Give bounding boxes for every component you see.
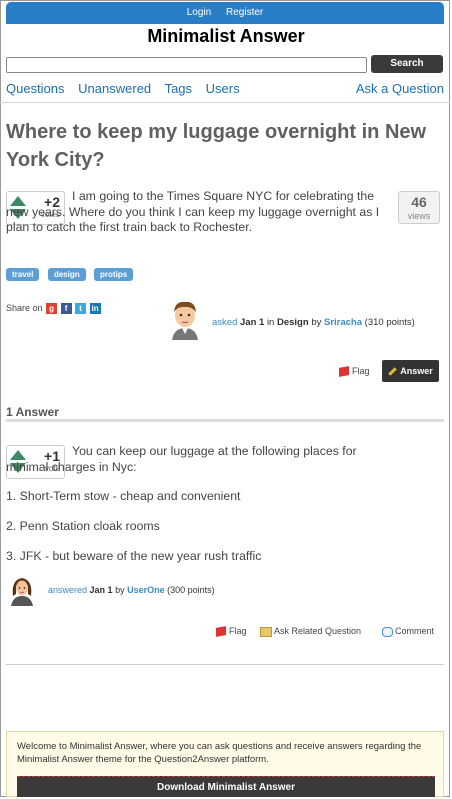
asker-name[interactable]: Sriracha — [324, 317, 362, 328]
tag-protips[interactable]: protips — [94, 268, 134, 281]
top-bar: Login Register — [6, 2, 444, 24]
main-nav: Questions Unanswered Tags Users Ask a Qu… — [6, 81, 444, 99]
view-count: 46 — [411, 194, 427, 210]
tag-list: travel design protips — [6, 264, 137, 282]
answerer-points: (300 points) — [167, 585, 215, 595]
comment-icon — [382, 626, 393, 637]
answerer-avatar[interactable] — [6, 574, 38, 606]
nav-divider — [0, 102, 450, 103]
comment-label: Comment — [395, 626, 435, 636]
answer-flag-link[interactable]: Flag — [216, 626, 247, 638]
ask-related-link[interactable]: Ask Related Question — [260, 626, 361, 637]
pencil-icon — [388, 367, 397, 376]
nav-questions[interactable]: Questions — [6, 81, 65, 96]
answers-count-heading: 1 Answer — [6, 405, 59, 419]
nav-users[interactable]: Users — [206, 81, 240, 96]
view-label: views — [407, 211, 431, 221]
answers-divider — [6, 419, 444, 422]
nav-tags[interactable]: Tags — [165, 81, 192, 96]
share-bar: Share on g f t in — [6, 303, 101, 315]
asked-date: Jan 1 — [240, 317, 265, 328]
answer-list-item: 2. Penn Station cloak rooms — [6, 519, 160, 533]
google-plus-icon[interactable]: g — [46, 303, 58, 315]
asker-avatar[interactable] — [164, 298, 206, 340]
answer-list-item: 3. JFK - but beware of the new year rush… — [6, 549, 262, 563]
question-body: I am going to the Times Square NYC for c… — [6, 189, 380, 234]
linkedin-icon[interactable]: in — [89, 303, 101, 315]
register-link[interactable]: Register — [226, 7, 263, 18]
welcome-text: Welcome to Minimalist Answer, where you … — [17, 741, 422, 765]
answered-date: Jan 1 — [89, 585, 113, 595]
tag-travel[interactable]: travel — [6, 268, 40, 281]
question-meta: asked Jan 1 in Design by Sriracha (310 p… — [212, 317, 415, 328]
nav-unanswered[interactable]: Unanswered — [78, 81, 151, 96]
nav-ask-question[interactable]: Ask a Question — [356, 81, 444, 96]
in-label: in — [266, 317, 275, 328]
answered-label: answered — [48, 585, 88, 595]
twitter-icon[interactable]: t — [75, 303, 87, 315]
answerer-name[interactable]: UserOne — [127, 585, 165, 595]
answer-flag-label: Flag — [229, 626, 247, 636]
answer-meta: answered Jan 1 by UserOne (300 points) — [48, 585, 215, 595]
site-title[interactable]: Minimalist Answer — [0, 26, 452, 47]
ask-related-icon — [260, 626, 272, 637]
asker-points: (310 points) — [364, 317, 415, 328]
answer-button-label: Answer — [400, 366, 433, 376]
comment-link[interactable]: Comment — [382, 626, 434, 637]
search-input[interactable] — [6, 57, 367, 73]
answer-list-item: 1. Short-Term stow - cheap and convenien… — [6, 489, 241, 503]
ask-related-label: Ask Related Question — [274, 626, 362, 636]
share-label: Share on — [6, 303, 43, 313]
download-button[interactable]: Download Minimalist Answer — [17, 776, 435, 797]
question-category[interactable]: Design — [277, 317, 309, 328]
welcome-box: Welcome to Minimalist Answer, where you … — [6, 731, 444, 797]
answer-end-divider — [6, 664, 444, 665]
facebook-icon[interactable]: f — [60, 303, 72, 315]
question-flag-link[interactable]: Flag — [339, 366, 370, 378]
tag-design[interactable]: design — [47, 268, 86, 281]
search-button[interactable]: Search — [371, 55, 443, 73]
by-label: by — [311, 317, 322, 328]
login-link[interactable]: Login — [187, 7, 211, 18]
answer-body: You can keep our luggage at the followin… — [6, 444, 357, 474]
answer-flag-icon — [216, 626, 226, 638]
asked-label: asked — [212, 317, 238, 328]
answer-button[interactable]: Answer — [382, 360, 439, 382]
answer-by-label: by — [115, 585, 125, 595]
views-box: 46 views — [398, 191, 440, 224]
flag-icon — [339, 366, 349, 378]
question-title: Where to keep my luggage overnight in Ne… — [6, 121, 427, 171]
question-flag-label: Flag — [352, 366, 370, 376]
